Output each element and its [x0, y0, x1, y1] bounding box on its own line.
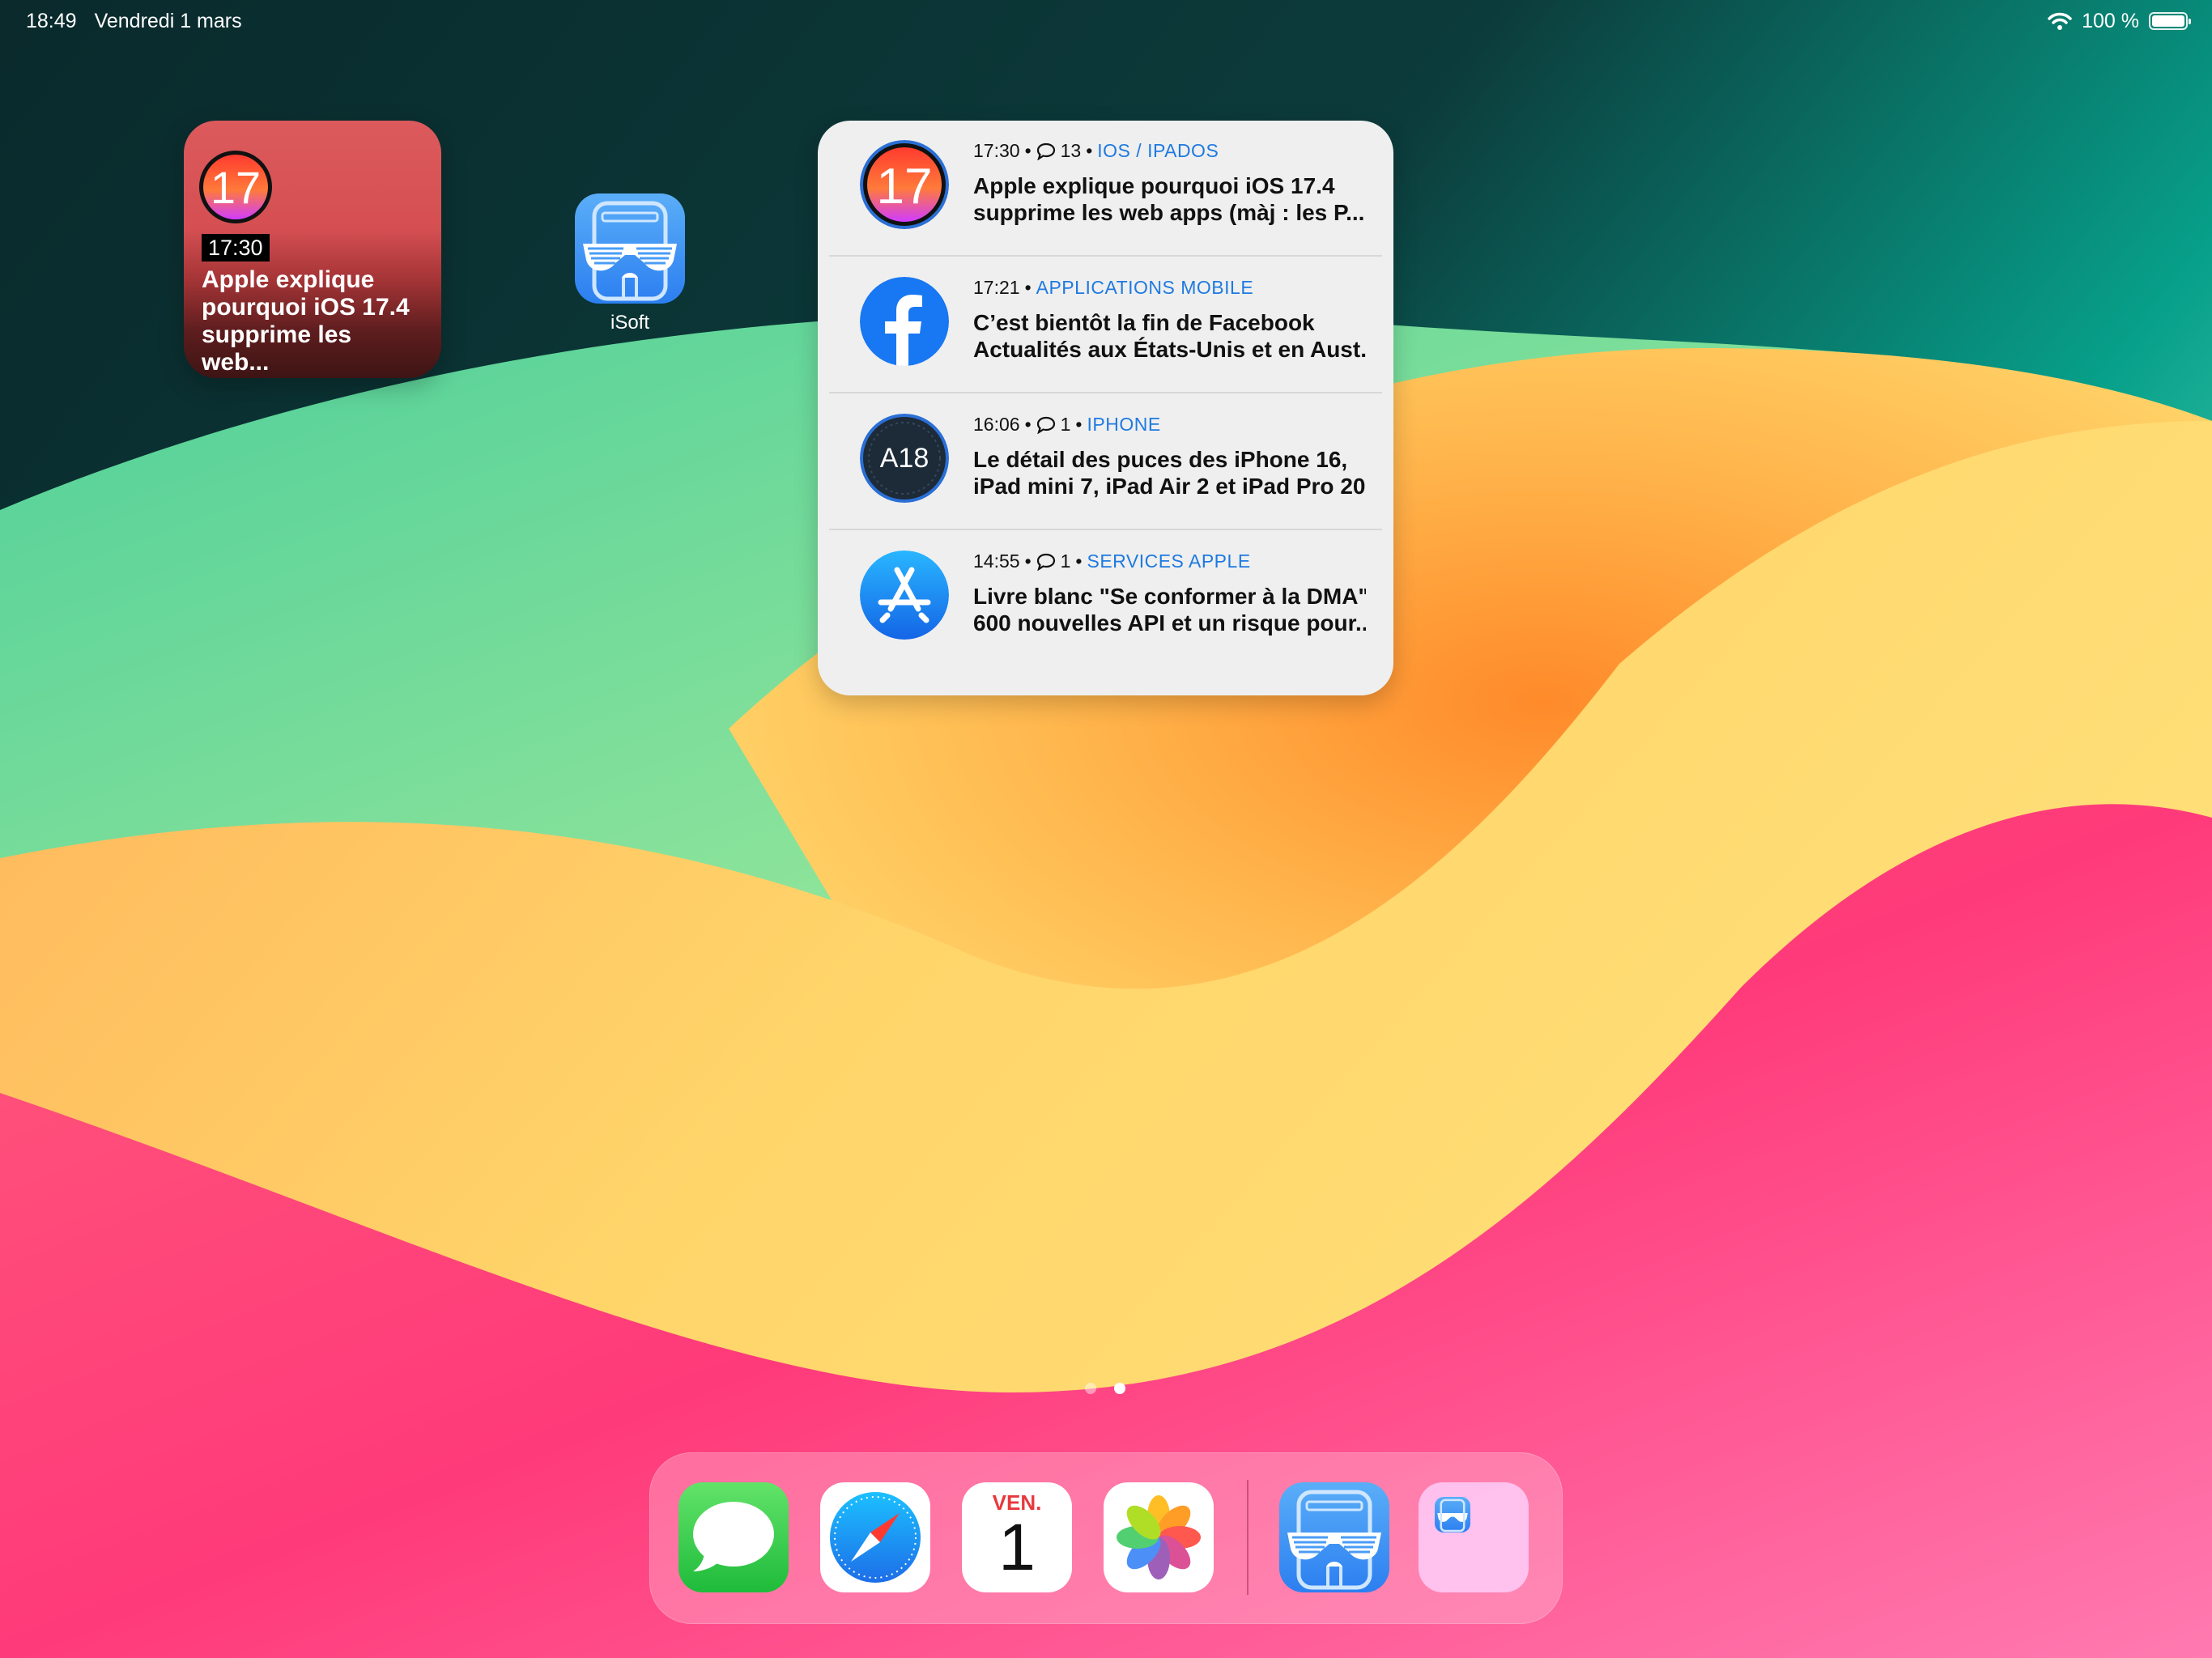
- comment-icon: [1036, 416, 1055, 434]
- divider: [829, 529, 1382, 530]
- dock-app-calendar[interactable]: VEN. 1: [962, 1482, 1072, 1592]
- svg-text:17: 17: [877, 159, 933, 215]
- news-title: Livre blanc "Se conformer à la DMA" : 60…: [973, 584, 1366, 636]
- status-time: 18:49: [26, 9, 77, 32]
- sunglasses-icon: [1287, 1490, 1381, 1590]
- app-store-icon: [860, 551, 949, 640]
- news-comments: 13: [1060, 140, 1082, 161]
- news-title: Apple explique pourquoi iOS 17.4 supprim…: [973, 173, 1365, 225]
- wifi-icon: [2048, 12, 2072, 30]
- page-dot-1[interactable]: [1085, 1383, 1096, 1394]
- app-isoft[interactable]: iSoft: [575, 193, 685, 334]
- news-category[interactable]: IPHONE: [1087, 414, 1160, 436]
- dock-separator: [1247, 1480, 1249, 1595]
- page-indicator[interactable]: [1085, 1383, 1125, 1394]
- news-comments: 1: [1060, 551, 1071, 572]
- news-title: C’est bientôt la fin de Facebook Actuali…: [973, 310, 1366, 362]
- news-meta: 17:21 • APPLICATIONS MOBILE: [973, 277, 1254, 299]
- photos-flower-icon: [1117, 1495, 1201, 1579]
- news-title: Le détail des puces des iPhone 16, iPad …: [973, 447, 1366, 499]
- status-bar-left: 18:49 Vendredi 1 mars: [26, 6, 242, 36]
- news-time: 16:06: [973, 414, 1020, 435]
- battery-icon: [2149, 12, 2191, 30]
- dock: VEN. 1: [649, 1452, 1563, 1624]
- messages-icon: [693, 1502, 774, 1571]
- svg-text:A18: A18: [880, 443, 929, 474]
- status-bar-right: 100 %: [2048, 6, 2191, 36]
- news-comments: 1: [1060, 414, 1071, 435]
- news-widget-large: 17 17:30 • 13 • IOS / IPADOS Apple expli…: [818, 121, 1393, 695]
- page-dot-2[interactable]: [1114, 1383, 1125, 1394]
- sunglasses-icon: [575, 193, 685, 304]
- news-time: 17:30: [973, 140, 1020, 161]
- ios17-icon: 17: [199, 151, 272, 223]
- home-screen: 18:49 Vendredi 1 mars 100 % 17 17:30 App…: [0, 0, 2212, 1658]
- battery-percent: 100 %: [2082, 9, 2139, 32]
- widget-headline: Apple explique pourquoi iOS 17.4 supprim…: [202, 266, 410, 376]
- calendar-icon: VEN. 1: [962, 1482, 1072, 1592]
- news-meta: 14:55 • 1 • SERVICES APPLE: [973, 551, 1251, 572]
- folder-icon: [1435, 1497, 1470, 1533]
- ios17-icon: 17: [860, 140, 949, 229]
- news-meta: 17:30 • 13 • IOS / IPADOS: [973, 140, 1219, 162]
- dock-app-isoft[interactable]: [1279, 1482, 1389, 1592]
- news-item[interactable]: 17 17:30 • 13 • IOS / IPADOS Apple expli…: [829, 121, 1382, 257]
- dock-app-photos[interactable]: [1104, 1482, 1214, 1592]
- comment-icon: [1036, 142, 1055, 160]
- news-category[interactable]: SERVICES APPLE: [1087, 551, 1250, 572]
- news-time: 17:21: [973, 277, 1020, 298]
- news-item[interactable]: 17:21 • APPLICATIONS MOBILE C’est bientô…: [829, 257, 1382, 393]
- divider: [829, 255, 1382, 257]
- a18-chip-icon: A18: [860, 414, 949, 503]
- status-date: Vendredi 1 mars: [94, 9, 242, 32]
- dock-app-safari[interactable]: [820, 1482, 930, 1592]
- news-category[interactable]: IOS / IPADOS: [1097, 140, 1219, 162]
- news-item[interactable]: 14:55 • 1 • SERVICES APPLE Livre blanc "…: [829, 531, 1382, 667]
- calendar-date: 1: [998, 1511, 1036, 1584]
- comment-icon: [1036, 553, 1055, 571]
- widget-time-chip: 17:30: [202, 234, 270, 261]
- news-widget-small[interactable]: 17 17:30 Apple explique pourquoi iOS 17.…: [184, 121, 441, 378]
- divider: [829, 392, 1382, 393]
- dock-folder[interactable]: [1419, 1482, 1529, 1592]
- facebook-icon: [860, 277, 949, 366]
- dock-app-messages[interactable]: [678, 1482, 789, 1592]
- news-meta: 16:06 • 1 • IPHONE: [973, 414, 1161, 436]
- news-category[interactable]: APPLICATIONS MOBILE: [1036, 277, 1254, 299]
- badge-17: 17: [211, 162, 261, 213]
- news-time: 14:55: [973, 551, 1020, 572]
- news-item[interactable]: A18 16:06 • 1 • IPHONE Le détail des puc…: [829, 394, 1382, 530]
- app-label: iSoft: [610, 312, 650, 334]
- safari-compass-icon: [830, 1492, 921, 1583]
